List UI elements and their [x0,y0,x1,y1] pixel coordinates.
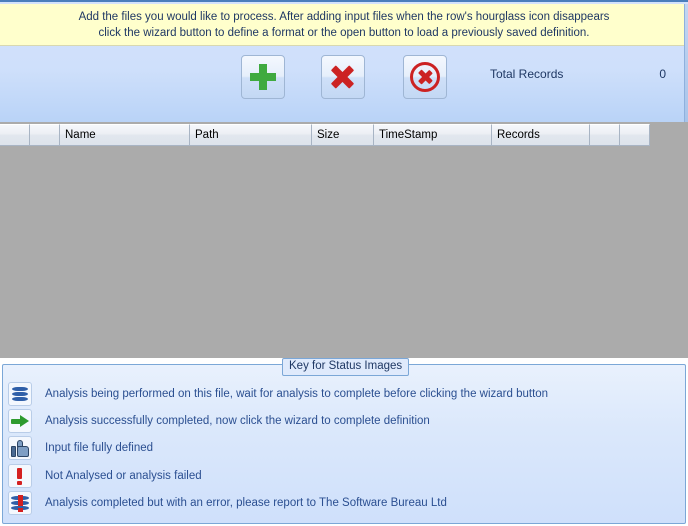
instruction-banner: Add the files you would like to process.… [0,4,688,46]
status-key-title: Key for Status Images [282,358,410,376]
status-key-icon-box [8,409,32,433]
total-records-label: Total Records [490,67,564,81]
status-key-row: Not Analysed or analysis failed [8,463,202,489]
grid-header-cell-timestamp[interactable]: TimeStamp [374,124,492,146]
add-files-button[interactable] [241,55,285,99]
status-key-label: Analysis being performed on this file, w… [45,388,549,400]
status-key-row: Analysis completed but with an error, pl… [8,490,447,516]
status-key-icon-box [8,382,32,406]
input-files-grid[interactable]: Name Path Size TimeStamp Records [0,122,688,358]
grid-header-cell-blank-8[interactable] [620,124,650,146]
grid-header-row: Name Path Size TimeStamp Records [0,124,650,146]
grid-header-cell-blank-7[interactable] [590,124,620,146]
plus-icon [250,64,276,90]
cross-icon [331,65,355,89]
grid-header-cell-name[interactable]: Name [60,124,190,146]
status-key-row: Input file fully defined [8,435,153,461]
grid-header-cell-records[interactable]: Records [492,124,590,146]
status-key-row: Analysis being performed on this file, w… [8,381,548,407]
clear-all-button[interactable] [403,55,447,99]
status-key-label: Input file fully defined [45,442,154,454]
grid-header-cell-size[interactable]: Size [312,124,374,146]
total-records-value: 0 [659,67,666,81]
status-key-icon-box [8,464,32,488]
instruction-banner-text: Add the files you would like to process.… [78,10,610,39]
circle-cross-icon [410,62,440,92]
grid-header-cell-blank-0[interactable] [0,124,30,146]
green-arrow-icon [11,415,29,427]
grid-header-cell-path[interactable]: Path [190,124,312,146]
status-key-label: Analysis successfully completed, now cli… [45,415,430,427]
status-key-label: Not Analysed or analysis failed [45,470,202,482]
top-panel: Add the files you would like to process.… [0,0,688,122]
exclamation-icon [17,467,23,485]
status-key-row: Analysis successfully completed, now cli… [8,408,430,434]
stacked-layers-icon [12,386,28,402]
remove-file-button[interactable] [321,55,365,99]
thumbs-up-icon [11,439,29,457]
status-key-label: Analysis completed but with an error, pl… [45,497,447,509]
status-key-icon-box [8,491,32,515]
grid-body[interactable] [0,147,688,358]
status-key-icon-box [8,436,32,460]
stacked-layers-error-icon [11,494,29,512]
grid-header-cell-blank-1[interactable] [30,124,60,146]
panel-right-edge [684,4,688,122]
